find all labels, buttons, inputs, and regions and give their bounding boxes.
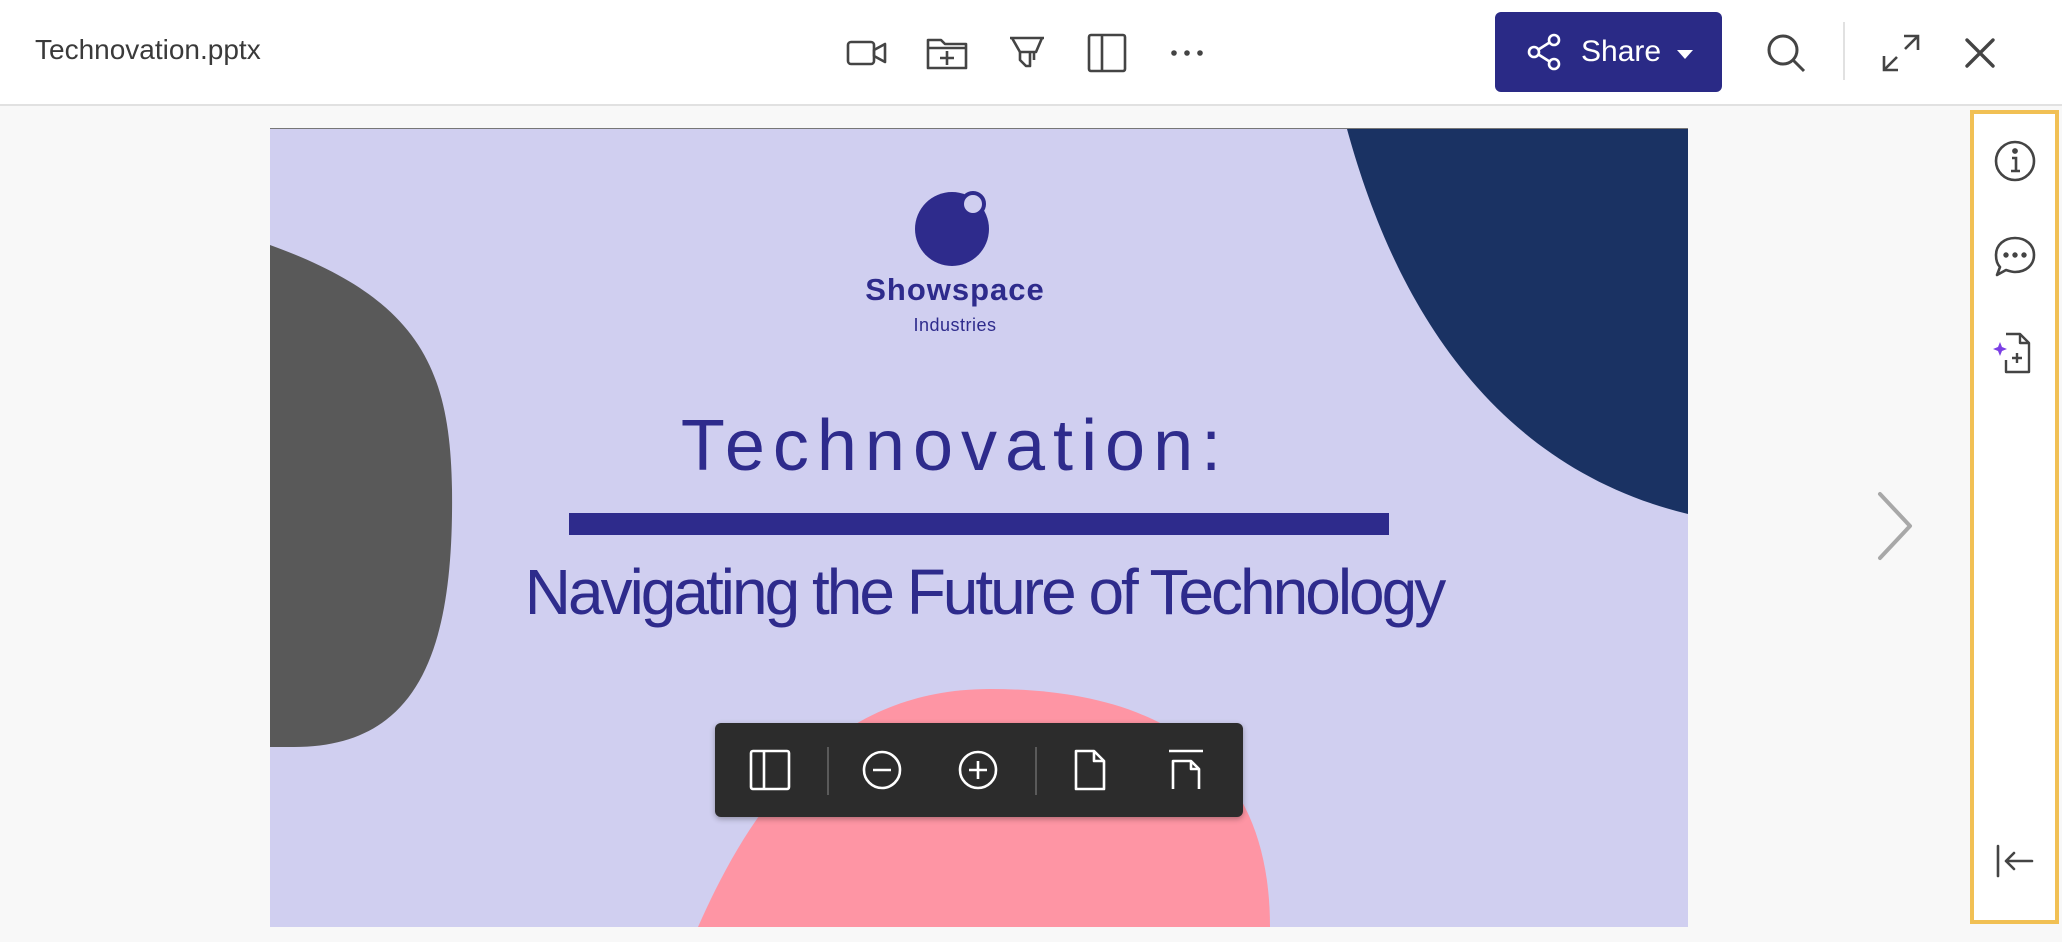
comments-icon[interactable] — [1990, 232, 2040, 282]
highlighter-icon[interactable] — [1002, 28, 1052, 78]
thumbnails-icon[interactable] — [745, 745, 795, 795]
logo-name: Showspace — [865, 272, 1045, 307]
panel-icon[interactable] — [1082, 28, 1132, 78]
top-bar: Technovation.pptx Share — [0, 0, 2062, 106]
video-icon[interactable] — [842, 28, 892, 78]
zoom-out-icon[interactable] — [857, 745, 907, 795]
toolbar-separator — [1035, 747, 1037, 795]
logo-subtitle: Industries — [913, 315, 997, 335]
slide-subtitle: Navigating the Future of Technology — [524, 556, 1446, 628]
fit-width-icon[interactable] — [1161, 745, 1211, 795]
search-icon[interactable] — [1761, 28, 1811, 78]
logo-dot — [960, 191, 986, 217]
add-to-folder-icon[interactable] — [922, 28, 972, 78]
zoom-in-icon[interactable] — [953, 745, 1003, 795]
close-icon[interactable] — [1955, 28, 2005, 78]
title-underline — [569, 513, 1389, 535]
slide-title: Technovation: — [680, 406, 1230, 486]
expand-icon[interactable] — [1876, 28, 1926, 78]
ai-document-icon[interactable] — [1990, 328, 2040, 378]
chevron-down-icon[interactable] — [1677, 49, 1694, 59]
toolbar-separator — [827, 747, 829, 795]
toolbar-divider — [1843, 22, 1845, 80]
share-button[interactable]: Share — [1495, 12, 1722, 92]
share-label: Share — [1581, 35, 1662, 68]
next-slide-icon[interactable] — [1870, 486, 1920, 566]
file-name: Technovation.pptx — [35, 34, 261, 65]
right-side-panel — [1970, 110, 2059, 924]
collapse-panel-icon[interactable] — [1990, 836, 2040, 886]
info-icon[interactable] — [1990, 136, 2040, 186]
zoom-toolbar — [715, 723, 1243, 817]
share-icon — [1527, 33, 1561, 71]
fit-page-icon[interactable] — [1065, 745, 1115, 795]
more-icon[interactable] — [1162, 28, 1212, 78]
